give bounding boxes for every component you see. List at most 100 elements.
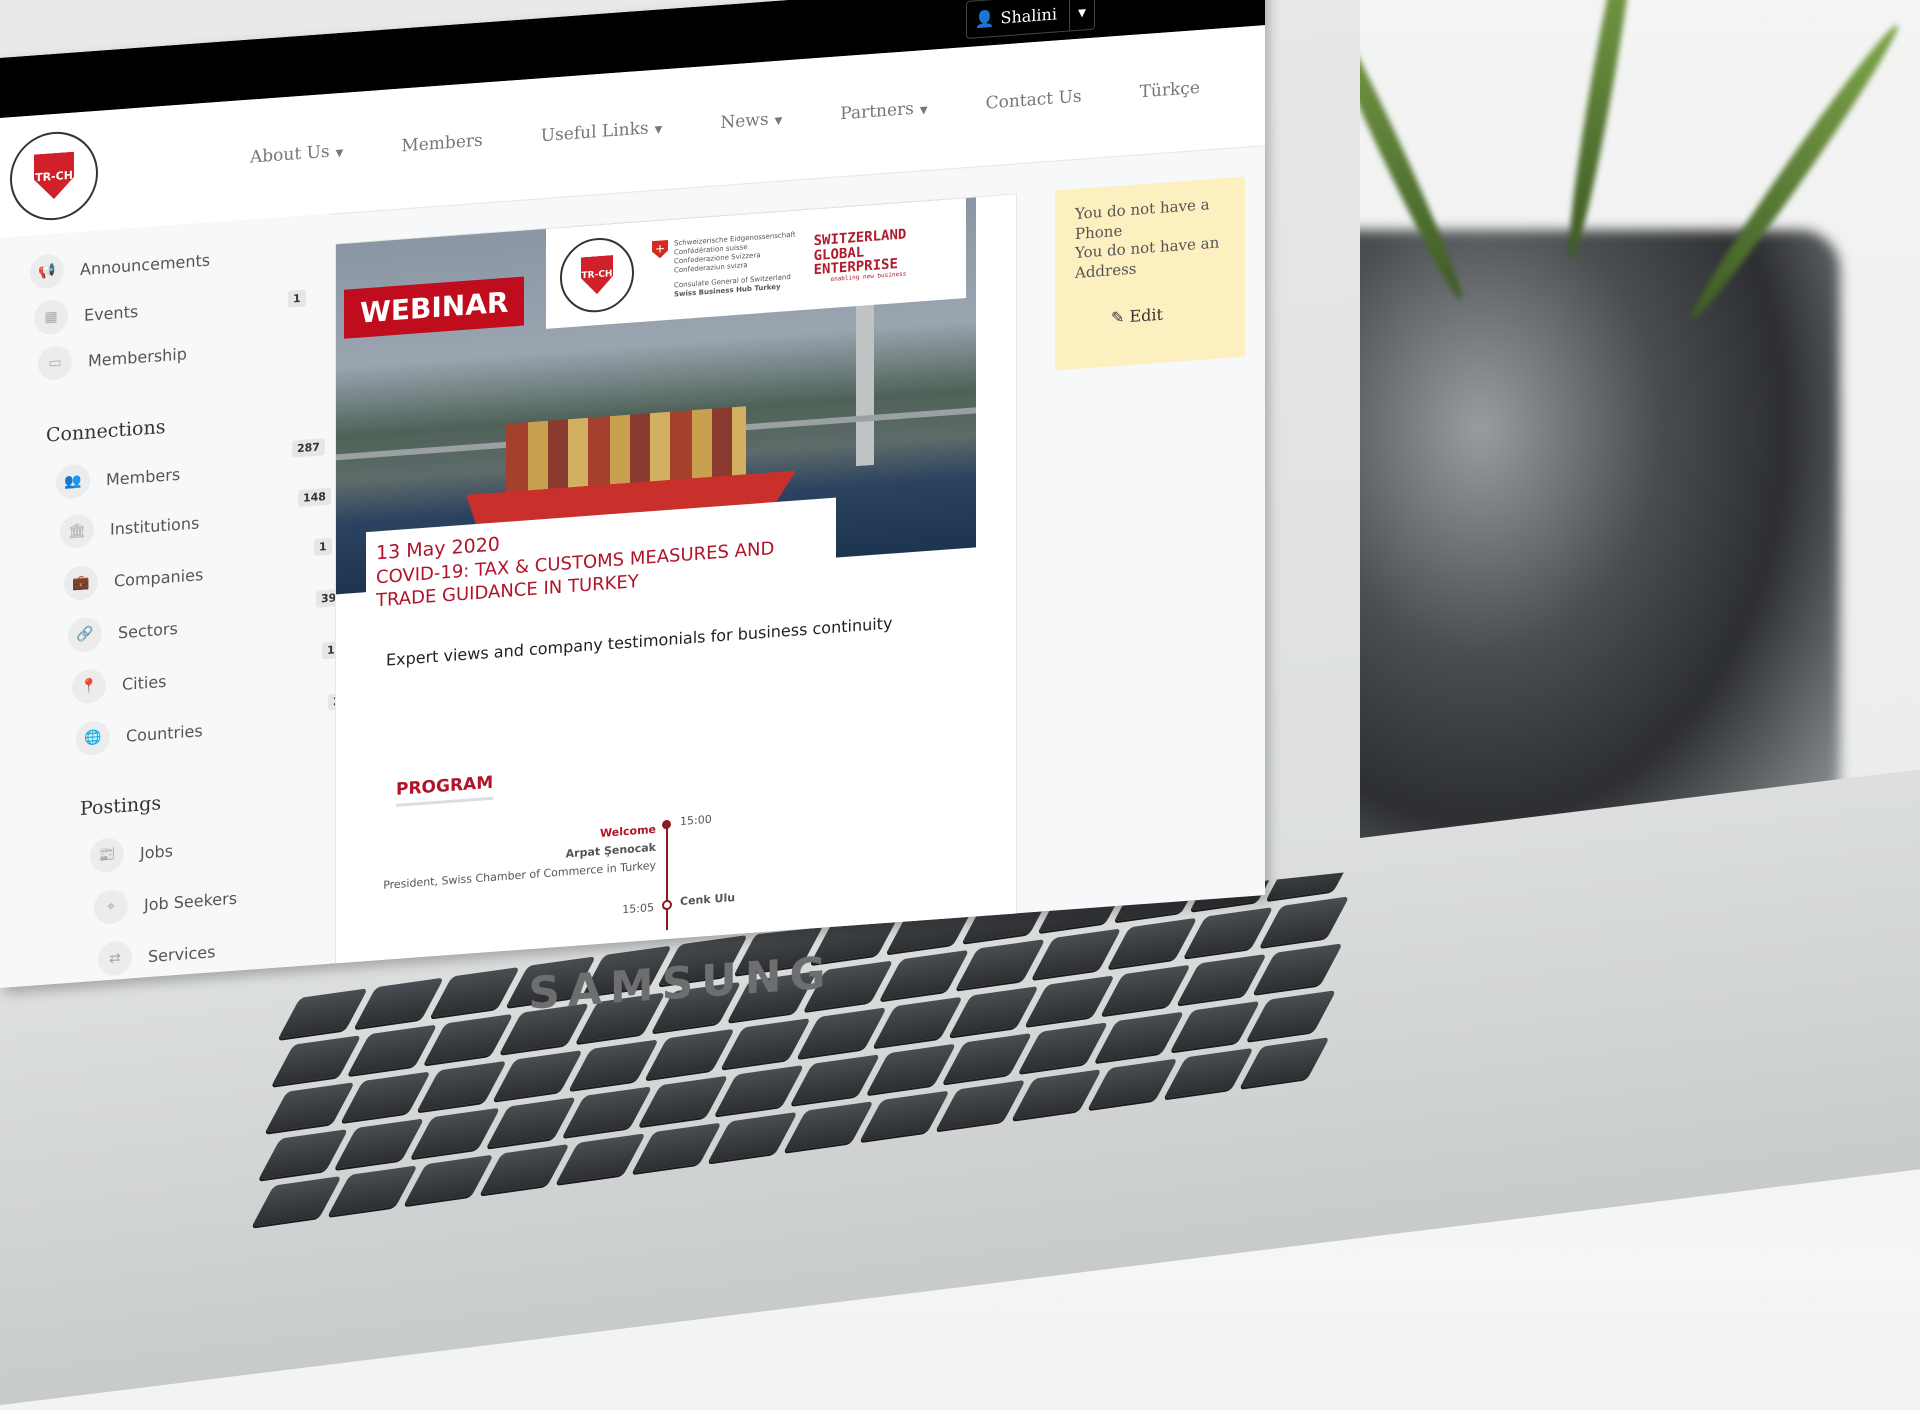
newspaper-icon: 📰 <box>90 836 124 874</box>
switzerland-global-enterprise-logo: SWITZERLAND GLOBAL ENTERPRISE enabling new… <box>813 226 907 283</box>
keyboard-key <box>264 1082 355 1133</box>
edit-profile-link[interactable]: ✎ Edit <box>1111 305 1163 330</box>
sidebar-item-jobs[interactable]: 📰 Jobs <box>90 833 173 874</box>
webinar-post: WEBINAR TR-CH + Schweizerische Eidgenoss… <box>335 193 1017 986</box>
profile-info-card: You do not have a Phone You do not have … <box>1055 176 1245 371</box>
keyboard-key <box>562 1086 653 1137</box>
website: TR-CH About Us ▼ Members Useful Links ▼ Ne… <box>0 25 1265 989</box>
keyboard-key <box>1163 1047 1254 1099</box>
timeline-dot-hollow <box>662 899 672 911</box>
keyboard-key <box>1024 975 1115 1026</box>
keyboard-key <box>410 1107 501 1159</box>
nav-news[interactable]: News ▼ <box>720 109 782 134</box>
calendar-icon: ▦ <box>34 299 68 336</box>
keyboard-key <box>1252 943 1343 994</box>
user-icon: 👤 <box>974 8 995 29</box>
program-timeline: 15:00 Welcome Arpat Şenocak President, S… <box>383 813 735 931</box>
globe-icon: 🌐 <box>76 719 110 757</box>
keyboard-key <box>638 1075 729 1127</box>
webinar-subtitle: Expert views and company testimonials fo… <box>386 613 893 670</box>
keyboard-key <box>1176 953 1267 1005</box>
keyboard-key <box>720 1018 811 1069</box>
keyboard-key <box>1239 1037 1330 1088</box>
sidebar-item-announcements[interactable]: 📢 Announcements <box>30 243 210 290</box>
keyboard-key <box>935 1079 1026 1131</box>
keyboard-key <box>340 1071 431 1123</box>
sidebar-item-sectors[interactable]: 🔗 Sectors <box>68 611 178 654</box>
keyboard-key <box>714 1064 805 1116</box>
keyboard-key <box>948 985 1039 1037</box>
keyboard-key <box>796 1007 887 1058</box>
keyboard-key <box>347 1024 438 1076</box>
sidebar-item-members[interactable]: 👥 Members <box>56 457 180 500</box>
caret-down-icon: ▼ <box>654 124 663 136</box>
swiss-confederation-logo: + Schweizerische Eidgenossenschaft Conféd… <box>652 230 796 301</box>
chamber-logo[interactable]: TR-CH <box>10 128 98 224</box>
sidebar: 📢 Announcements ▦ Events 1 ▭ Membership Con… <box>0 213 362 989</box>
nav-menu: About Us ▼ Members Useful Links ▼ News ▼ Pa… <box>250 78 1200 168</box>
keyboard-key <box>327 1165 418 1216</box>
link-icon: 🔗 <box>68 616 102 654</box>
sidebar-item-institutions[interactable]: 🏛 Institutions <box>60 505 199 550</box>
pencil-icon: ✎ <box>1111 307 1125 328</box>
retweet-icon: ⇄ <box>98 940 132 977</box>
keyboard-key <box>783 1101 874 1152</box>
user-menu-button[interactable]: 👤 Shalini ▾ <box>965 0 1095 40</box>
keyboard-key <box>423 1013 514 1065</box>
keyboard-key <box>1094 1011 1185 1063</box>
nav-members[interactable]: Members <box>401 131 482 157</box>
keyboard-key <box>1018 1022 1109 1073</box>
sidebar-item-countries[interactable]: 🌐 Countries <box>76 713 203 757</box>
sidebar-item-companies[interactable]: 💼 Companies <box>64 557 203 602</box>
nav-useful-links[interactable]: Useful Links ▼ <box>541 117 663 146</box>
keyboard-key <box>1246 990 1337 1041</box>
keyboard-key <box>1183 907 1274 958</box>
keyboard-key <box>1100 964 1191 1016</box>
companies-count-badge: 1 <box>314 537 332 556</box>
keyboard-key <box>644 1028 735 1080</box>
sidebar-item-membership[interactable]: ▭ Membership <box>38 336 187 382</box>
partner-logos: TR-CH + Schweizerische Eidgenossenschaft… <box>546 198 966 329</box>
user-name: Shalini <box>1000 3 1057 28</box>
nav-partners[interactable]: Partners ▼ <box>840 98 927 124</box>
keyboard-key <box>492 1050 583 1101</box>
nav-about-us[interactable]: About Us ▼ <box>250 141 343 168</box>
events-count-badge: 1 <box>288 289 306 308</box>
chevron-down-icon[interactable]: ▾ <box>1068 0 1094 31</box>
credit-card-icon: ▭ <box>38 344 72 382</box>
keyboard-key <box>790 1054 881 1105</box>
keyboard-key <box>271 1035 362 1086</box>
sidebar-item-events[interactable]: ▦ Events <box>34 294 138 336</box>
keyboard-key <box>872 996 963 1048</box>
members-count-badge: 287 <box>292 438 325 458</box>
caret-down-icon: ▼ <box>335 147 344 160</box>
sidebar-item-cities[interactable]: 📍 Cities <box>72 664 167 705</box>
nav-language-turkish[interactable]: Türkçe <box>1140 78 1200 102</box>
institution-icon: 🏛 <box>60 513 94 550</box>
keyboard-key <box>1031 928 1122 980</box>
keyboard-key <box>942 1032 1033 1084</box>
keyboard-key <box>1087 1058 1178 1110</box>
sidebar-item-services[interactable]: ⇄ Services <box>98 934 215 977</box>
chamber-logo-small: TR-CH <box>560 235 634 315</box>
caret-down-icon: ▼ <box>919 104 928 117</box>
sidebar-item-job-seekers[interactable]: ⌖ Job Seekers <box>94 881 237 926</box>
keyboard-key <box>866 1043 957 1095</box>
nav-contact-us[interactable]: Contact Us <box>986 87 1082 114</box>
timeline-dot <box>662 819 671 830</box>
keyboard-key <box>416 1060 507 1112</box>
keyboard-key <box>859 1090 950 1142</box>
section-title-postings: Postings <box>80 792 162 821</box>
megaphone-icon: 📢 <box>30 253 64 290</box>
keyboard-key <box>486 1097 577 1148</box>
keyboard-key <box>555 1133 646 1184</box>
keyboard-key <box>1259 896 1350 947</box>
keyboard-key <box>258 1129 349 1180</box>
keyboard-key <box>334 1118 425 1170</box>
keyboard-key <box>479 1143 570 1195</box>
users-icon: 👥 <box>56 463 90 500</box>
keyboard-key <box>403 1154 494 1206</box>
webinar-tag: WEBINAR <box>344 276 525 339</box>
keyboard-key <box>251 1175 342 1227</box>
crosshair-icon: ⌖ <box>94 888 128 926</box>
